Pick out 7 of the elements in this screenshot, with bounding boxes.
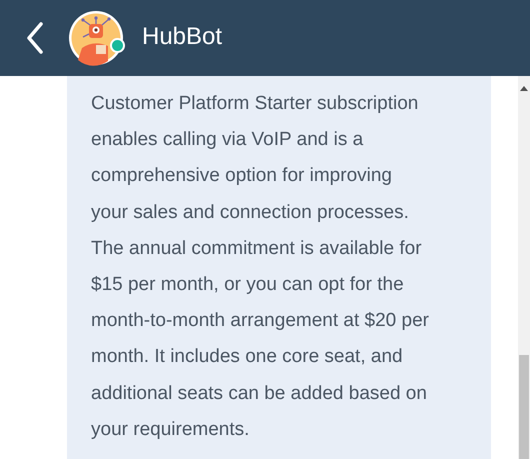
bot-name: HubBot — [142, 23, 222, 51]
scroll-up-icon[interactable] — [520, 85, 528, 91]
back-icon[interactable] — [24, 21, 46, 55]
robot-avatar-icon — [68, 10, 124, 66]
message-text: Customer Platform Starter subscription enables calling via VoIP and is a comprehensive option for improving your sales and connection processes. The annual commitment is available for $15 per month, or you can opt for the month-to-month arrangement at $20 per month. It includes one core seat, and additional seats can be added based on your requirements. — [91, 92, 429, 442]
scrollbar-thumb[interactable] — [519, 355, 529, 459]
scrollbar[interactable] — [518, 76, 530, 459]
